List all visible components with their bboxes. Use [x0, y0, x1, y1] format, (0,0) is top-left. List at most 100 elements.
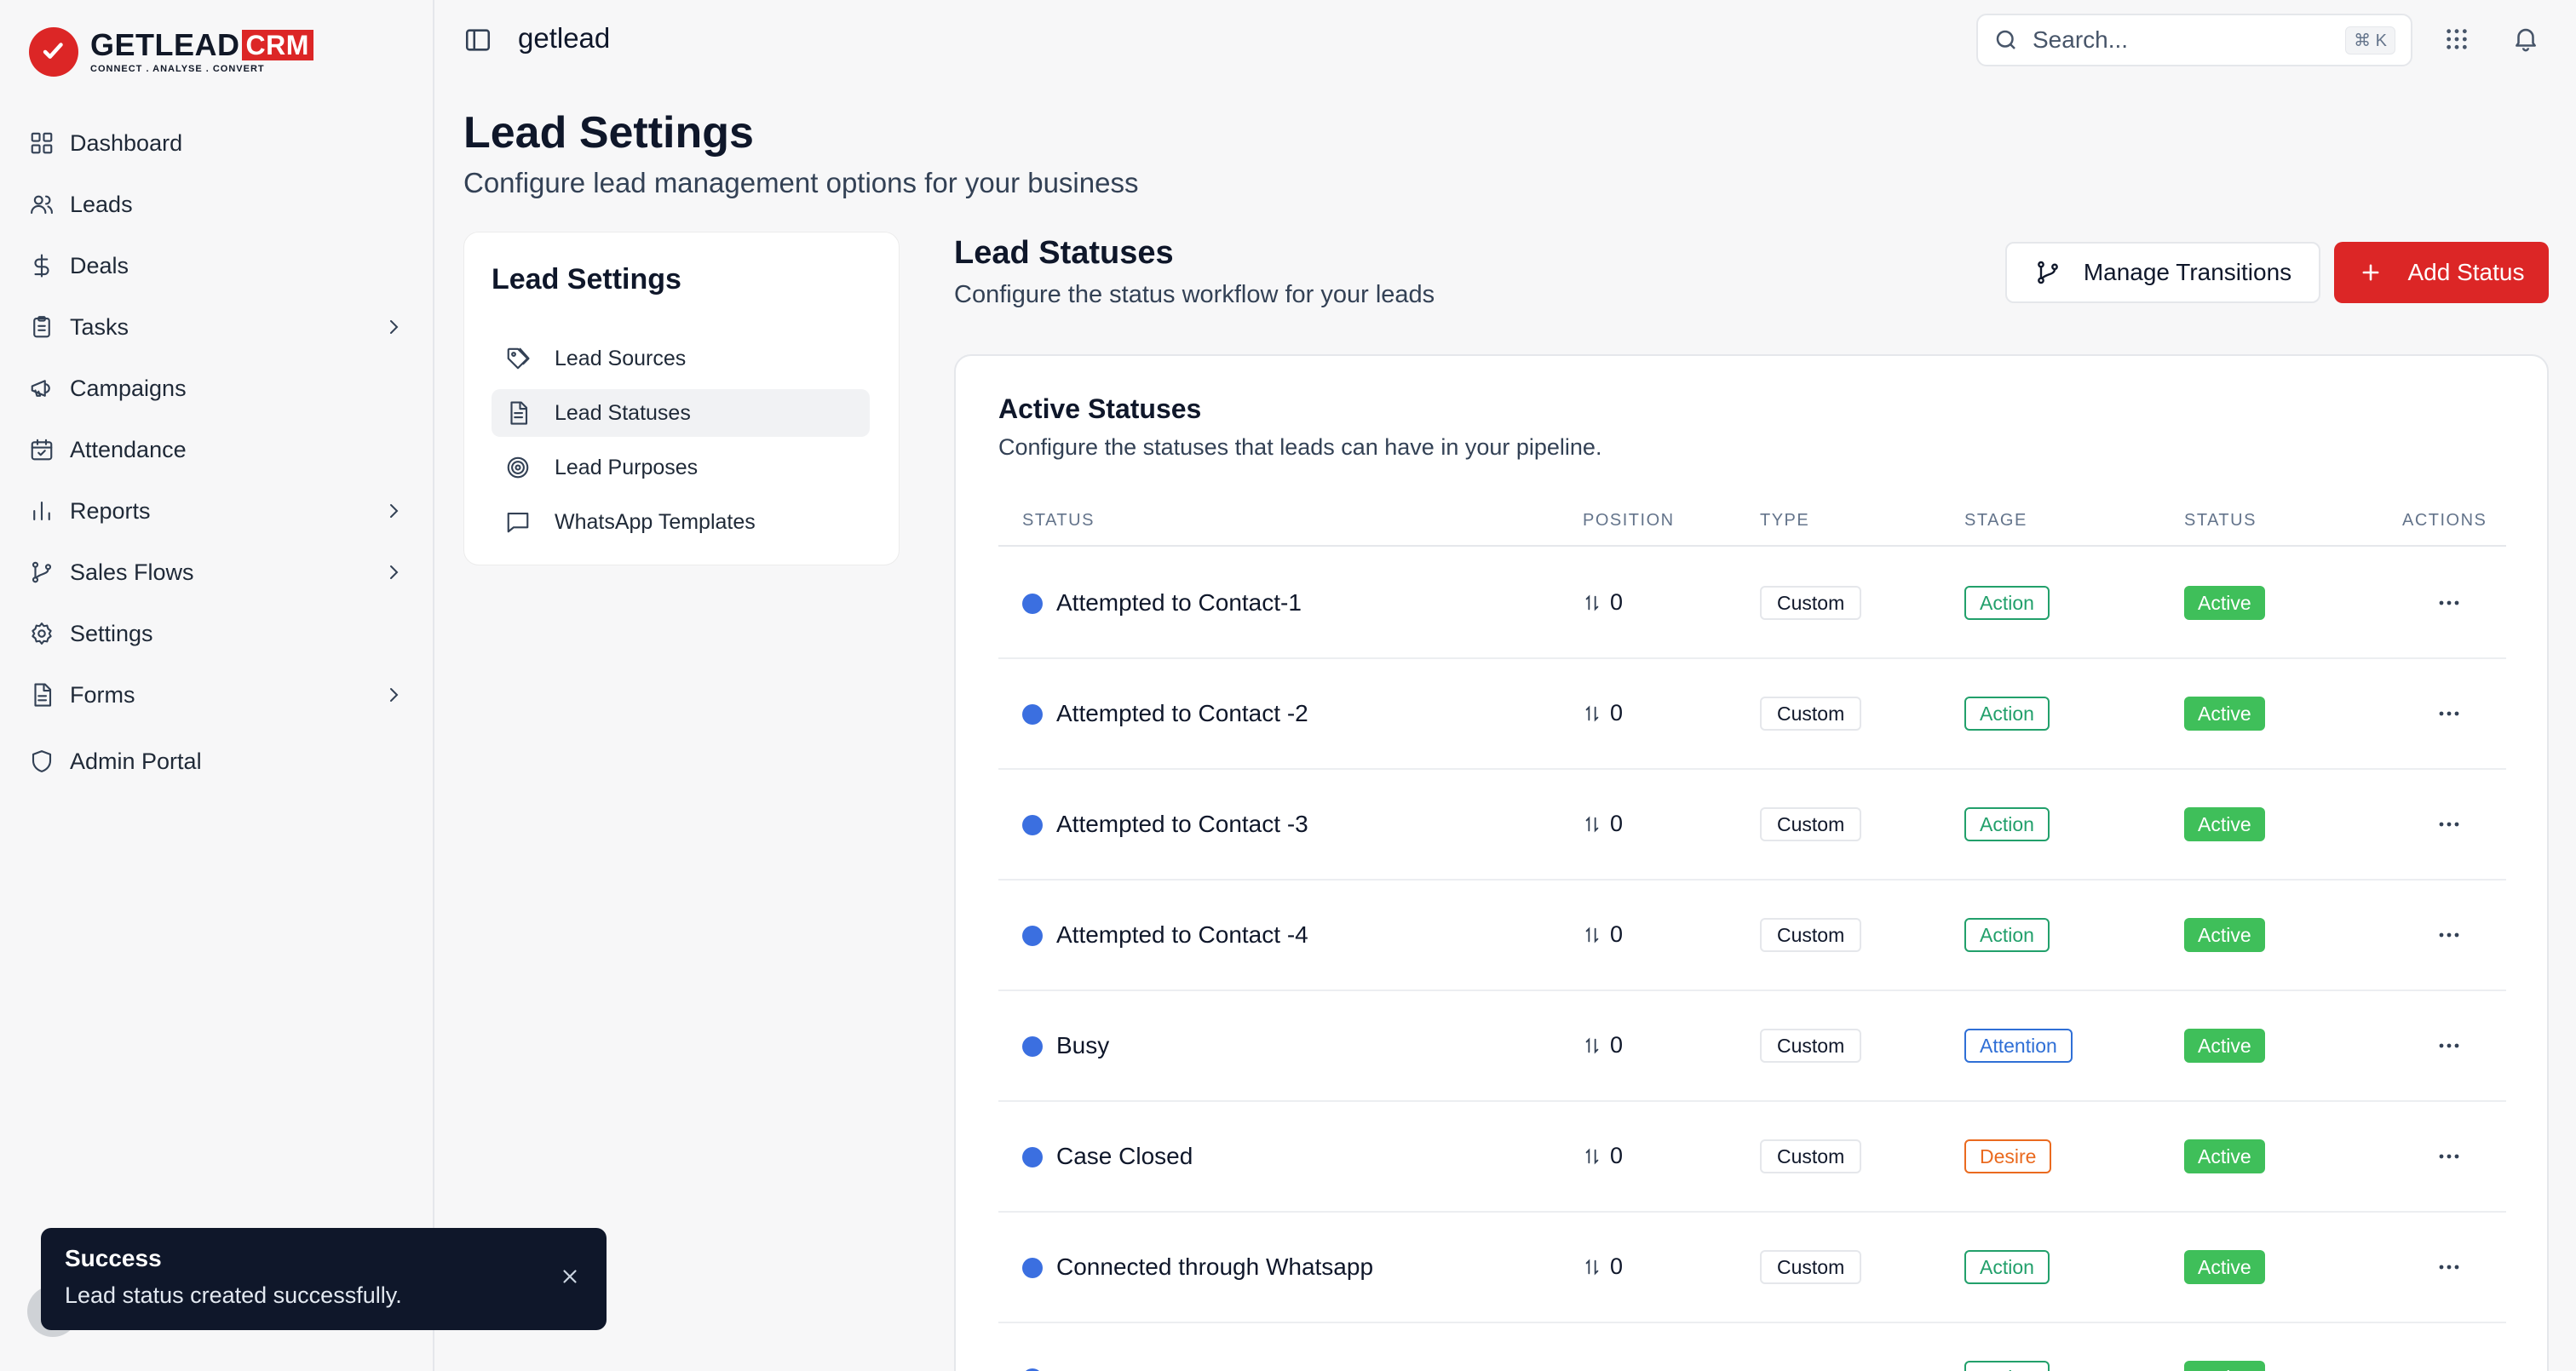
position-value: 0: [1610, 1143, 1624, 1168]
sort-arrows-icon: [1585, 1258, 1599, 1276]
more-actions-icon[interactable]: [2435, 593, 2464, 613]
table-row[interactable]: Busy 0 Custom Attention Active: [998, 991, 2506, 1102]
table-row[interactable]: Attempted to Contact -4 0 Custom Action Acti…: [998, 881, 2506, 991]
sidebar-item-leads[interactable]: Leads: [0, 174, 434, 235]
sidebar-item-label: Dashboard: [70, 129, 183, 156]
section-subtitle: Configure the status workflow for your l…: [954, 281, 1435, 308]
chevron-right-icon: [390, 565, 399, 579]
manage-transitions-button[interactable]: Manage Transitions: [2005, 242, 2320, 303]
type-badge: Custom: [1760, 918, 1862, 952]
settings-nav-lead-purposes[interactable]: Lead Purposes: [492, 444, 870, 491]
sidebar-item-campaigns[interactable]: Campaigns: [0, 358, 434, 419]
megaphone-icon: [31, 380, 50, 397]
table-row[interactable]: Attempted to Contact-1 0 Custom Action Activ…: [998, 548, 2506, 659]
more-actions-icon[interactable]: [2435, 814, 2464, 835]
table-row[interactable]: Connected through Whatsapp 0 Custom Action A…: [998, 1213, 2506, 1323]
chevron-right-icon: [390, 504, 399, 518]
table-row[interactable]: Action Active: [998, 1323, 2506, 1371]
sidebar-item-tasks[interactable]: Tasks: [0, 296, 434, 358]
workspace-name: getlead: [518, 22, 611, 54]
status-color-dot: [1022, 926, 1043, 946]
toast-title: Success: [65, 1245, 162, 1271]
active-status-badge: Active: [2184, 586, 2265, 620]
sidebar-item-sales-flows[interactable]: Sales Flows: [0, 542, 434, 603]
sidebar-item-deals[interactable]: Deals: [0, 235, 434, 296]
type-badge: Custom: [1760, 1029, 1862, 1063]
stage-badge: Action: [1964, 1250, 2050, 1284]
brand-name: GETLEAD: [90, 27, 240, 62]
active-status-badge: Active: [2184, 807, 2265, 841]
table-header: STATUS POSITION TYPE STAGE STATUS ACTION…: [998, 499, 2506, 547]
sidebar-item-reports[interactable]: Reports: [0, 480, 434, 542]
toast-message: Lead status created successfully.: [65, 1282, 402, 1308]
type-badge: Custom: [1760, 1139, 1862, 1173]
settings-nav-lead-sources[interactable]: Lead Sources: [492, 335, 870, 382]
sort-arrows-icon: [1585, 815, 1599, 833]
position-cell: 0: [1583, 1253, 1623, 1280]
table-row[interactable]: Case Closed 0 Custom Desire Active: [998, 1102, 2506, 1213]
settings-nav-lead-statuses[interactable]: Lead Statuses: [492, 389, 870, 437]
brand-logo[interactable]: GETLEAD CRM CONNECT . ANALYSE . CONVERT: [29, 27, 313, 77]
bell-icon[interactable]: [2511, 24, 2540, 53]
tag-icon: [507, 347, 530, 370]
more-actions-icon[interactable]: [2435, 925, 2464, 945]
active-status-badge: Active: [2184, 1361, 2265, 1371]
more-actions-icon[interactable]: [2435, 703, 2464, 724]
apps-grid-icon[interactable]: [2443, 26, 2470, 53]
message-square-icon: [507, 512, 529, 533]
sidebar-item-admin-portal[interactable]: Admin Portal: [0, 731, 434, 792]
plus-icon: [2362, 264, 2378, 281]
sidebar-item-forms[interactable]: Forms: [0, 664, 434, 726]
status-name: Case Closed: [1056, 1143, 1193, 1169]
status-name: Busy: [1056, 1032, 1110, 1058]
search-input[interactable]: [2033, 26, 2346, 54]
settings-nav-label: Lead Purposes: [555, 455, 699, 479]
page-title: Lead Settings: [463, 108, 754, 158]
status-name: Attempted to Contact -3: [1056, 811, 1308, 837]
status-name: Attempted to Contact -4: [1056, 921, 1308, 948]
add-status-label: Add Status: [2407, 259, 2525, 285]
more-actions-icon[interactable]: [2435, 1146, 2464, 1167]
success-toast: Success Lead status created successfully…: [41, 1228, 607, 1330]
active-status-badge: Active: [2184, 697, 2265, 731]
position-value: 0: [1610, 700, 1624, 726]
type-badge: Custom: [1760, 586, 1862, 620]
sidebar-toggle-icon[interactable]: [463, 26, 492, 54]
more-actions-icon[interactable]: [2435, 1257, 2464, 1277]
target-icon: [507, 456, 529, 479]
section-title: Lead Statuses: [954, 235, 1174, 271]
more-actions-icon[interactable]: [2435, 1035, 2464, 1056]
page-subtitle: Configure lead management options for yo…: [463, 167, 1139, 198]
more-actions-icon[interactable]: [2435, 1368, 2464, 1371]
status-color-dot: [1022, 1147, 1043, 1167]
grid-icon: [31, 132, 53, 154]
stage-badge: Action: [1964, 697, 2050, 731]
table-title: Active Statuses: [998, 393, 1202, 424]
sidebar-item-label: Reports: [70, 497, 151, 524]
sidebar-item-label: Sales Flows: [70, 559, 194, 585]
sidebar-item-attendance[interactable]: Attendance: [0, 419, 434, 480]
col-status: STATUS: [1022, 511, 1095, 530]
top-bar: getlead ⌘ K: [436, 0, 2576, 82]
status-name: Attempted to Contact-1: [1056, 589, 1302, 616]
search-shortcut: ⌘ K: [2345, 26, 2395, 54]
table-row[interactable]: Attempted to Contact -3 0 Custom Action Acti…: [998, 770, 2506, 881]
col-active-status: STATUS: [2184, 511, 2257, 530]
status-color-dot: [1022, 815, 1043, 835]
col-type: TYPE: [1760, 511, 1810, 530]
sidebar-item-settings[interactable]: Settings: [0, 603, 434, 664]
type-badge: Custom: [1760, 1250, 1862, 1284]
sort-arrows-icon: [1585, 704, 1599, 722]
sidebar-item-label: Leads: [70, 191, 133, 217]
git-branch-icon: [2037, 261, 2058, 284]
check-logo-icon: [29, 27, 78, 77]
clipboard-icon: [33, 316, 50, 338]
status-color-dot: [1022, 594, 1043, 614]
table-row[interactable]: Attempted to Contact -2 0 Custom Action Acti…: [998, 659, 2506, 770]
sidebar-item-dashboard[interactable]: Dashboard: [0, 112, 434, 174]
close-icon[interactable]: [559, 1265, 581, 1288]
add-status-button[interactable]: Add Status: [2334, 242, 2549, 303]
settings-nav-whatsapp-templates[interactable]: WhatsApp Templates: [492, 498, 870, 546]
search-box[interactable]: ⌘ K: [1976, 14, 2412, 66]
file-text-icon: [34, 683, 52, 707]
